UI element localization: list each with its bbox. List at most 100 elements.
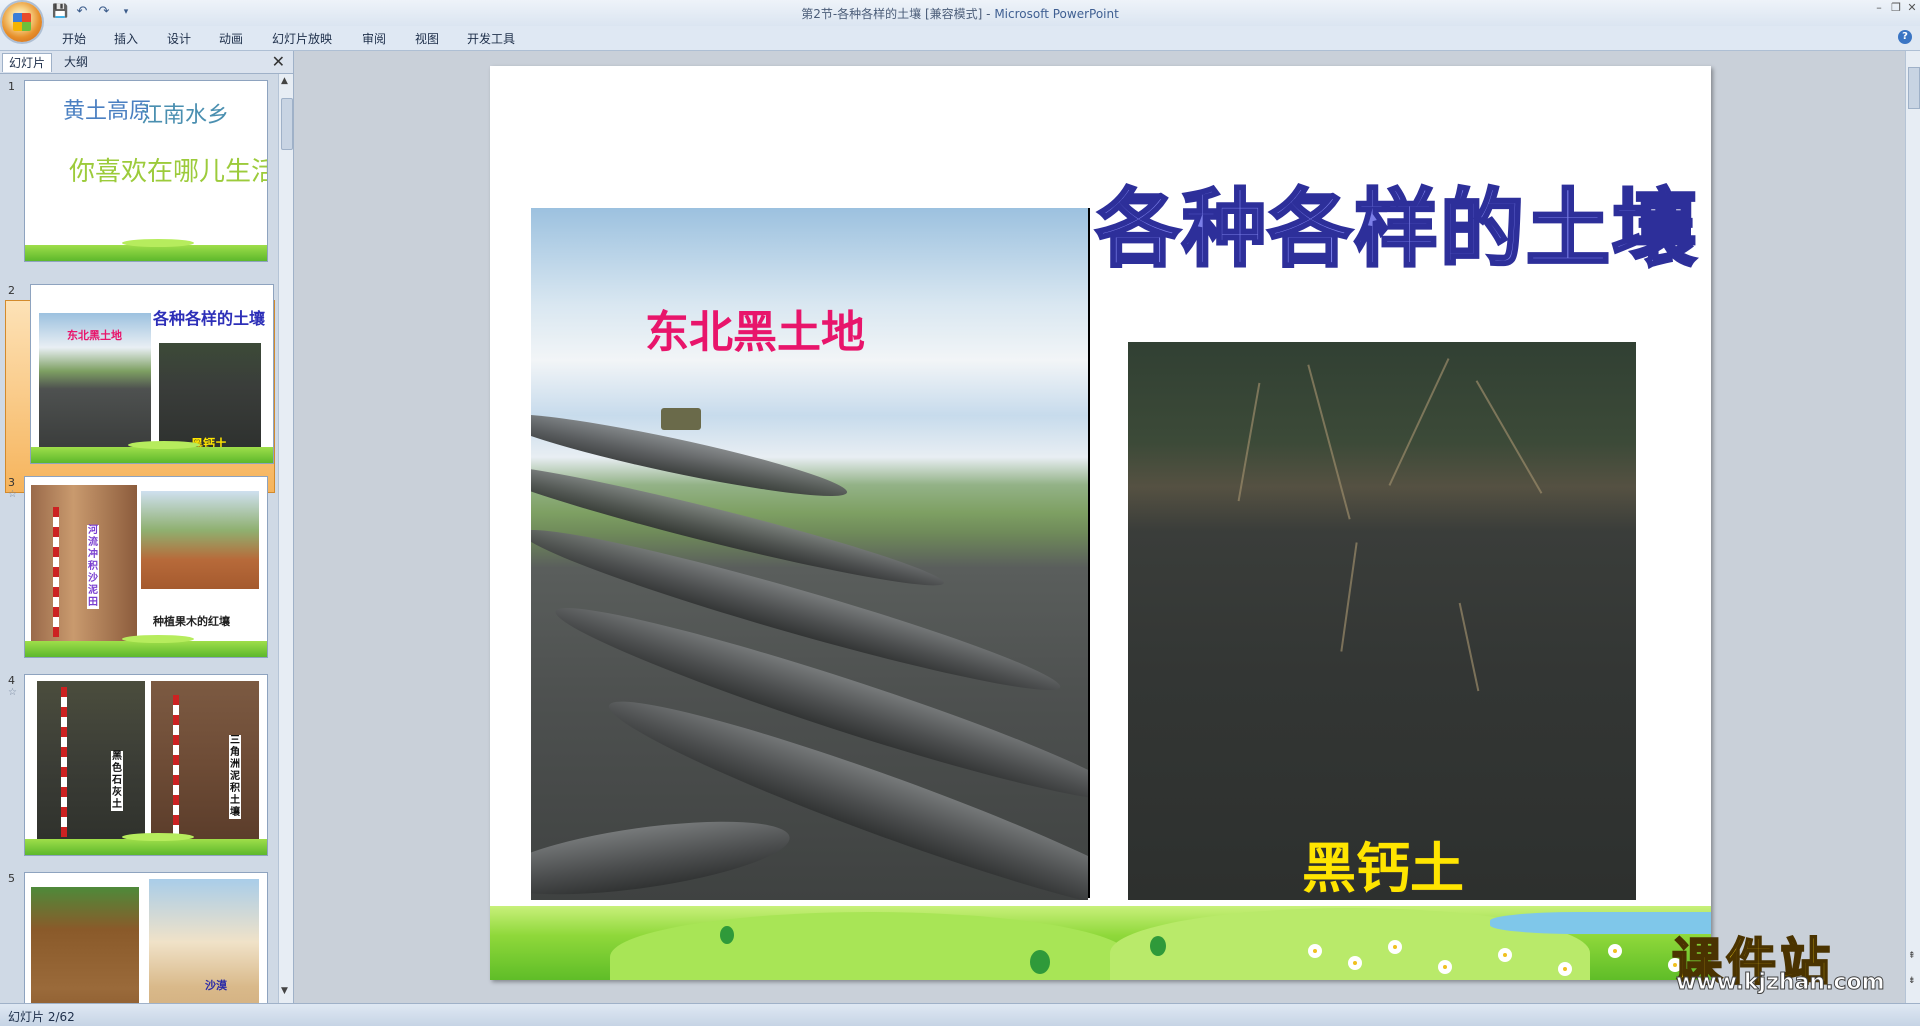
thumb-text: 黑色石灰土: [111, 751, 123, 811]
app-name: Microsoft PowerPoint: [994, 7, 1119, 21]
title-separator: -: [982, 7, 995, 21]
grass-decoration: [25, 635, 267, 657]
slide-number-text: 4: [8, 674, 15, 687]
pane-close-icon[interactable]: ✕: [272, 52, 285, 71]
slide-editor-scrollbar[interactable]: ⇞ ⇟: [1905, 51, 1920, 1003]
document-title: 第2节-各种各样的土壤 [兼容模式]: [801, 7, 983, 21]
scroll-thumb[interactable]: [281, 98, 293, 150]
root: [1340, 542, 1358, 652]
thumb-text: 各种各样的土壤: [153, 309, 266, 328]
root: [1458, 602, 1480, 692]
flower: [1610, 946, 1620, 956]
scroll-up-icon[interactable]: ▲: [281, 76, 288, 86]
slide-thumbnail-1[interactable]: 黄土高原 江南水乡 你喜欢在哪儿生活?: [24, 80, 268, 262]
measuring-stick: [53, 507, 59, 637]
slides-pane: 幻灯片 大纲 ✕ 1 黄土高原 江南水乡 你喜欢在哪儿生活? 2 东北黑土地 各…: [0, 51, 294, 1003]
flower: [1310, 946, 1320, 956]
tab-review[interactable]: 审阅: [362, 30, 386, 47]
slide-number: 4 ☆: [8, 674, 17, 698]
thumb-text: 河流冲积沙泥田: [87, 525, 99, 609]
grass-decoration: [31, 441, 273, 463]
animation-star-icon: ☆: [8, 489, 17, 500]
tab-design[interactable]: 设计: [167, 30, 191, 47]
slide-thumbnail-list: 1 黄土高原 江南水乡 你喜欢在哪儿生活? 2 东北黑土地 各种各样的土壤 黑钙…: [0, 74, 276, 1003]
restore-icon[interactable]: ❐: [1889, 2, 1903, 14]
tab-outline[interactable]: 大纲: [58, 53, 94, 71]
site-watermark: 课件站 www.kjzhan.com: [1671, 922, 1912, 998]
label-chernozem[interactable]: 黑钙土: [1302, 824, 1464, 903]
thumb-photo: [149, 879, 259, 1003]
tab-slides[interactable]: 幻灯片: [2, 53, 53, 72]
tree: [1030, 950, 1050, 974]
thumb-text: 黄土高原: [63, 99, 152, 124]
soil-ridge: [531, 807, 794, 900]
current-slide[interactable]: 各种各样的土壤 东北黑土地 黑钙土: [490, 66, 1711, 980]
thumb-text: 江南水乡: [141, 103, 230, 128]
grass-decoration: [25, 833, 267, 855]
slide-number: 5: [8, 872, 15, 885]
root: [1475, 380, 1543, 494]
measuring-stick: [173, 695, 179, 839]
window-title: 第2节-各种各样的土壤 [兼容模式] - Microsoft PowerPoin…: [0, 5, 1920, 22]
slide-thumbnail-2[interactable]: 东北黑土地 各种各样的土壤 黑钙土: [30, 284, 274, 464]
thumb-text: 种植果木的红壤: [153, 615, 230, 628]
minimize-icon[interactable]: –: [1872, 2, 1886, 14]
tree: [720, 926, 734, 944]
tab-view[interactable]: 视图: [415, 30, 439, 47]
office-button[interactable]: [2, 2, 42, 42]
slide-thumbnail-4[interactable]: 黑色石灰土 三角洲泥积土壤: [24, 674, 268, 856]
slide-thumbnail-5[interactable]: 沙漠: [24, 872, 268, 1003]
thumb-photo: [31, 887, 139, 1003]
thumb-photo: [141, 491, 259, 589]
measuring-stick: [61, 687, 67, 837]
grass-decoration: [25, 239, 267, 261]
divider-line: [1088, 208, 1090, 898]
thumb-text: 东北黑土地: [67, 329, 122, 342]
ribbon-tabs: 开始 插入 设计 动画 幻灯片放映 审阅 视图 开发工具 ?: [0, 26, 1920, 51]
thumb-text: 沙漠: [205, 979, 227, 992]
scroll-down-icon[interactable]: ▼: [281, 986, 288, 996]
office-logo-icon: [13, 13, 31, 31]
tractor: [661, 408, 701, 430]
slide-number: 1: [8, 80, 15, 93]
flower: [1350, 958, 1360, 968]
pane-tabs: 幻灯片 大纲 ✕: [0, 51, 293, 74]
help-icon[interactable]: ?: [1898, 30, 1912, 44]
previous-slide-icon[interactable]: ⇞: [1908, 951, 1916, 961]
close-icon[interactable]: ✕: [1905, 2, 1919, 14]
chernozem-soil-photo[interactable]: [1128, 342, 1636, 900]
root: [1388, 358, 1450, 486]
flower: [1390, 942, 1400, 952]
tab-home[interactable]: 开始: [62, 30, 86, 47]
slide-thumbnail-3[interactable]: 河流冲积沙泥田 种植果木的红壤: [24, 476, 268, 658]
tab-developer[interactable]: 开发工具: [467, 30, 515, 47]
root: [1237, 382, 1261, 502]
scroll-thumb[interactable]: [1908, 67, 1920, 109]
slide-number: 2: [8, 284, 15, 297]
tab-slideshow[interactable]: 幻灯片放映: [272, 30, 332, 47]
thumb-text: 三角洲泥积土壤: [229, 735, 241, 819]
tree: [1150, 936, 1166, 956]
slide-number-text: 3: [8, 476, 15, 489]
root: [1307, 364, 1351, 520]
slide-number: 3 ☆: [8, 476, 17, 500]
label-northeast-black-soil[interactable]: 东北黑土地: [645, 296, 865, 360]
slide-indicator: 幻灯片 2/62: [8, 1010, 75, 1024]
meadow-decoration: [490, 906, 1711, 980]
status-bar: 幻灯片 2/62: [0, 1003, 1920, 1026]
animation-star-icon: ☆: [8, 687, 17, 698]
next-slide-icon[interactable]: ⇟: [1908, 976, 1916, 986]
tab-animation[interactable]: 动画: [219, 30, 243, 47]
tab-insert[interactable]: 插入: [114, 30, 138, 47]
flower: [1500, 950, 1510, 960]
flower: [1440, 962, 1450, 972]
slides-pane-scrollbar[interactable]: ▲ ▼: [278, 74, 293, 1003]
thumb-photo: [151, 681, 259, 845]
thumb-text: 你喜欢在哪儿生活?: [69, 157, 267, 187]
slide-title[interactable]: 各种各样的土壤: [1094, 162, 1698, 283]
flower: [1560, 964, 1570, 974]
watermark-url: www.kjzhan.com: [1676, 970, 1886, 996]
thumb-photo: [31, 485, 137, 651]
hill: [610, 912, 1130, 980]
title-bar: 💾 ↶ ↷ ▾ 第2节-各种各样的土壤 [兼容模式] - Microsoft P…: [0, 0, 1920, 27]
